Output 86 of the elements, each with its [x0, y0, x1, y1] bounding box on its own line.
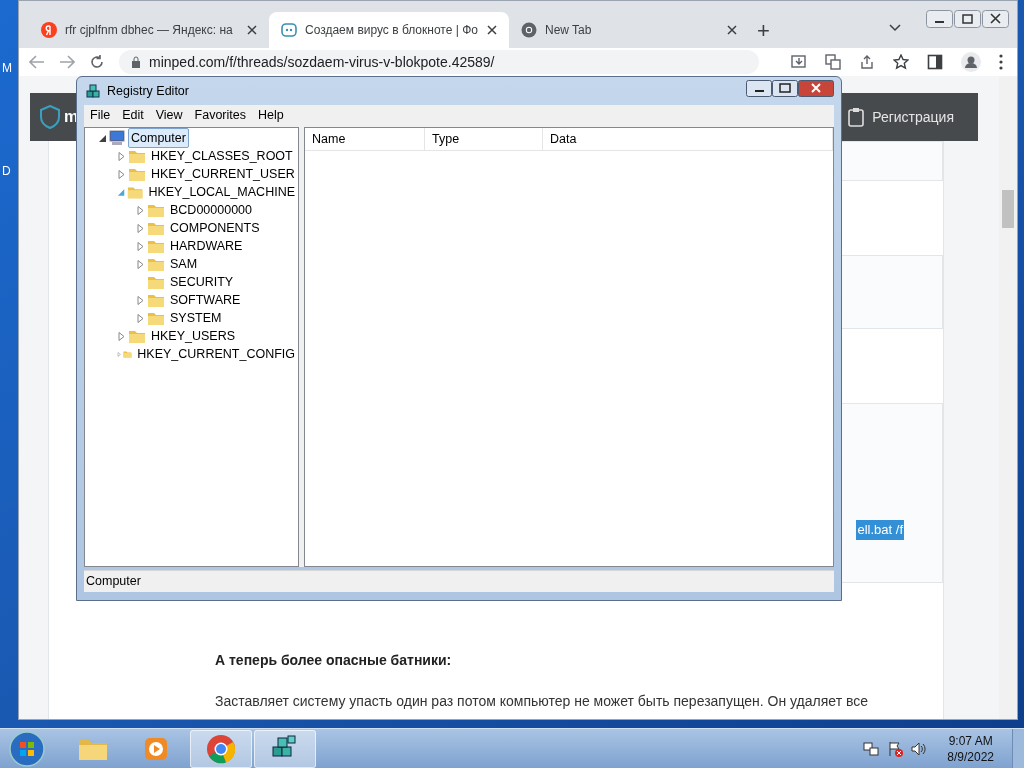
desktop-icon-label[interactable]: D: [2, 162, 11, 180]
speaker-icon[interactable]: [911, 740, 928, 757]
paragraph-text: Заставляет систему упасть один раз потом компьютер не может быть перезапущен. Он удаляет все: [215, 692, 870, 711]
close-button[interactable]: [982, 10, 1009, 28]
menu-item[interactable]: View: [155, 105, 183, 125]
maximize-button[interactable]: [954, 10, 981, 28]
flag-warning-icon[interactable]: [887, 740, 904, 757]
selected-text: ell.bat /f: [856, 520, 904, 540]
tree-row[interactable]: SECURITY: [85, 273, 298, 291]
scrollbar[interactable]: [999, 76, 1017, 719]
address-bar[interactable]: minped.com/f/threads/sozdaem-virus-v-blokpote.42589/: [119, 50, 759, 74]
column-header[interactable]: Data: [543, 128, 833, 150]
clock-date: 8/9/2022: [947, 748, 994, 765]
tab-title: rfr cjplfnm dbhec — Яндекс: на: [65, 22, 234, 39]
collapsed-arrow-icon[interactable]: [136, 259, 145, 269]
folder-icon: [147, 220, 165, 236]
collapsed-arrow-icon[interactable]: [117, 331, 126, 341]
browser-tab[interactable]: rfr cjplfnm dbhec — Яндекс: на: [29, 12, 269, 48]
maximize-button[interactable]: [772, 79, 798, 97]
folder-icon: [147, 202, 165, 218]
tree-item[interactable]: Computer: [128, 127, 189, 149]
menu-item[interactable]: File: [90, 105, 111, 125]
collapsed-arrow-icon[interactable]: [136, 223, 145, 233]
chevron-down-icon[interactable]: [889, 24, 901, 32]
collapsed-arrow-icon[interactable]: [117, 169, 126, 179]
computer-icon: [108, 130, 126, 146]
column-header[interactable]: Type: [425, 128, 543, 150]
collapsed-arrow-icon[interactable]: [136, 313, 145, 323]
share-icon[interactable]: [859, 54, 875, 70]
clock-time: 9:07 AM: [948, 732, 993, 749]
folder-icon: [147, 292, 165, 308]
clock[interactable]: 9:07 AM 8/9/2022: [947, 732, 994, 765]
close-icon[interactable]: [247, 25, 257, 35]
tab-title: Создаем вирус в блокноте | Фо: [305, 22, 479, 39]
browser-tab[interactable]: Создаем вирус в блокноте | Фо: [269, 12, 509, 48]
desktop-icon-label[interactable]: M: [2, 59, 12, 77]
menu-item[interactable]: Help: [258, 105, 284, 125]
network-icon[interactable]: [863, 740, 880, 757]
cat-face-icon: [281, 22, 297, 38]
url-text: minped.com/f/threads/sozdaem-virus-v-blokpote.42589/: [149, 52, 495, 72]
folder-icon: [147, 256, 165, 272]
folder-icon: [128, 328, 146, 344]
new-tab-button[interactable]: +: [757, 20, 770, 42]
folder-icon: [147, 310, 165, 326]
start-button[interactable]: [7, 728, 47, 768]
profile-icon[interactable]: [961, 52, 981, 72]
section-heading: А теперь более опасные батники:: [215, 651, 453, 670]
collapsed-arrow-icon[interactable]: [136, 295, 145, 305]
column-header[interactable]: Name: [305, 128, 425, 150]
browser-tab[interactable]: New Tab: [509, 12, 749, 48]
chrome-icon: [521, 22, 537, 38]
minimize-button[interactable]: [746, 79, 772, 97]
show-desktop-button[interactable]: [1012, 728, 1024, 768]
star-icon[interactable]: [893, 54, 909, 70]
collapsed-arrow-icon[interactable]: [136, 205, 145, 215]
shield-logo-icon: [40, 105, 60, 129]
lock-icon: [131, 56, 141, 68]
install-icon[interactable]: [791, 54, 807, 70]
window-title: Registry Editor: [107, 82, 189, 100]
menu-item[interactable]: Edit: [122, 105, 144, 125]
register-button[interactable]: Регистрация: [848, 93, 978, 141]
menu-item[interactable]: Favorites: [194, 105, 246, 125]
folder-icon: [147, 238, 165, 254]
folder-icon: [128, 166, 146, 182]
scrollbar-thumb[interactable]: [1002, 190, 1014, 228]
reload-icon[interactable]: [89, 54, 105, 70]
close-icon[interactable]: [727, 25, 737, 35]
folder-icon: [147, 274, 165, 290]
close-button[interactable]: [798, 79, 834, 97]
clipboard-icon: [848, 107, 865, 127]
expanded-arrow-icon[interactable]: [98, 133, 107, 143]
taskbar-button[interactable]: [190, 729, 252, 768]
taskbar-button[interactable]: [254, 729, 316, 768]
letter-logo-icon: [41, 22, 57, 38]
folder-icon: [128, 148, 146, 164]
collapsed-arrow-icon[interactable]: [117, 151, 126, 161]
translate-icon[interactable]: [825, 54, 841, 70]
side-panel-icon[interactable]: [927, 54, 943, 70]
close-icon[interactable]: [487, 25, 497, 35]
collapsed-arrow-icon[interactable]: [136, 241, 145, 251]
minimize-button[interactable]: [926, 10, 953, 28]
status-text: Computer: [86, 573, 141, 591]
folder-icon: [127, 184, 144, 200]
tab-title: New Tab: [545, 22, 593, 39]
more-menu-icon[interactable]: [999, 54, 1003, 70]
cubes-icon: [86, 83, 102, 99]
